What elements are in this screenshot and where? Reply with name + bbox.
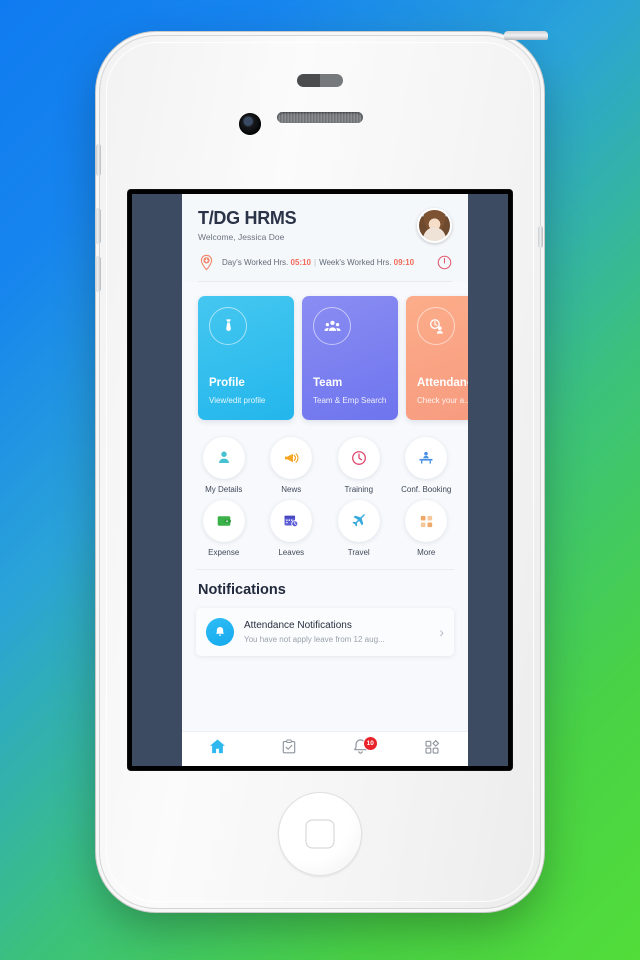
grid-item-label: Training [344, 485, 374, 494]
front-camera-icon [239, 113, 261, 135]
notification-title: Attendance Notifications [244, 620, 352, 631]
phone-top-toggle [297, 74, 343, 87]
grid-item-travel[interactable]: Travel [325, 500, 393, 557]
notification-item[interactable]: Attendance Notifications You have not ap… [196, 608, 454, 656]
home-button[interactable] [278, 792, 362, 876]
megaphone-icon [270, 437, 313, 479]
stats-separator: | [313, 258, 317, 267]
phone-volume-down-button[interactable] [95, 256, 101, 292]
apps-grid-icon [423, 738, 441, 761]
phone-silent-switch[interactable] [96, 144, 101, 176]
day-hours-label: Day's Worked Hrs. [222, 258, 289, 267]
clock-icon [337, 437, 380, 479]
quick-cards-carousel[interactable]: Profile View/edit profile Team Team & Em… [198, 296, 468, 420]
hrms-app: T/DG HRMS Welcome, Jessica Doe Day's Wor… [182, 194, 468, 766]
header-titles: T/DG HRMS Welcome, Jessica Doe [198, 208, 297, 242]
grid-item-leaves[interactable]: Leaves [258, 500, 326, 557]
grid-item-label: Conf. Booking [401, 485, 452, 494]
airplane-icon [337, 500, 380, 542]
phone-right-side-button[interactable] [538, 226, 543, 248]
grid-item-my-details[interactable]: My Details [190, 437, 258, 494]
notification-badge: 10 [362, 736, 378, 751]
card-title: Profile [209, 377, 245, 389]
home-icon [208, 737, 227, 761]
notifications-heading: Notifications [198, 582, 286, 598]
phone-power-button[interactable] [504, 31, 548, 40]
bottom-nav: 10 [182, 731, 468, 766]
chevron-right-icon[interactable]: › [439, 624, 444, 640]
grid-item-label: News [281, 485, 302, 494]
nav-item-tasks[interactable] [254, 738, 326, 761]
card-profile[interactable]: Profile View/edit profile [198, 296, 294, 420]
grid-item-training[interactable]: Training [325, 437, 393, 494]
grid-item-label: Leaves [278, 548, 305, 557]
wallet-icon [202, 500, 245, 542]
checklist-icon [280, 738, 298, 761]
card-title: Team [313, 377, 343, 389]
shortcut-grid: My Details News Training Conf. Booking E… [182, 433, 468, 569]
screen-inner: T/DG HRMS Welcome, Jessica Doe Day's Wor… [132, 194, 508, 766]
location-pin-icon [198, 254, 215, 271]
necktie-icon [209, 307, 247, 345]
card-subtitle: View/edit profile [209, 396, 266, 405]
card-attendance[interactable]: Attendance Check your a... [406, 296, 468, 420]
card-title: Attendance [417, 377, 468, 389]
week-hours-value: 09:10 [393, 258, 415, 267]
notification-subtitle: You have not apply leave from 12 aug... [244, 635, 385, 644]
screenshot-root: T/DG HRMS Welcome, Jessica Doe Day's Wor… [0, 0, 640, 960]
power-icon[interactable] [437, 255, 452, 270]
notifications-section: Notifications Attendance Notifications Y… [182, 570, 468, 656]
app-header: T/DG HRMS Welcome, Jessica Doe Day's Wor… [182, 194, 468, 282]
header-top-row: T/DG HRMS Welcome, Jessica Doe [198, 208, 452, 243]
card-team[interactable]: Team Team & Emp Search [302, 296, 398, 420]
grid-item-label: More [417, 548, 436, 557]
nav-item-home[interactable] [182, 737, 254, 761]
grid-item-expense[interactable]: Expense [190, 500, 258, 557]
card-subtitle: Check your a... [417, 396, 468, 405]
phone-volume-up-button[interactable] [95, 208, 101, 244]
day-hours-value: 05:10 [290, 258, 311, 267]
attendance-clock-icon [417, 307, 455, 345]
grid-item-conf-booking[interactable]: Conf. Booking [393, 437, 461, 494]
earpiece-speaker [277, 112, 363, 123]
home-button-square-icon [305, 819, 335, 849]
grid-item-label: Travel [347, 548, 370, 557]
card-subtitle: Team & Emp Search [313, 396, 387, 405]
calendar-icon [270, 500, 313, 542]
notification-body: Attendance Notifications You have not ap… [244, 620, 429, 644]
grid-icon [405, 500, 448, 542]
grid-item-more[interactable]: More [393, 500, 461, 557]
worked-hours-text: Day's Worked Hrs. 05:10 | Week's Worked Hr… [222, 258, 414, 267]
welcome-text: Welcome, Jessica Doe [198, 232, 285, 242]
quick-cards-section: Profile View/edit profile Team Team & Em… [182, 282, 468, 433]
phone-device: T/DG HRMS Welcome, Jessica Doe Day's Wor… [95, 31, 548, 908]
worked-hours-bar: Day's Worked Hrs. 05:10 | Week's Worked Hr… [198, 243, 452, 281]
avatar[interactable] [417, 208, 452, 243]
people-icon [313, 307, 351, 345]
phone-screen: T/DG HRMS Welcome, Jessica Doe Day's Wor… [128, 190, 512, 770]
week-hours-label: Week's Worked Hrs. [319, 258, 392, 267]
person-icon [202, 437, 245, 479]
bell-icon [206, 618, 234, 646]
grid-item-label: Expense [208, 548, 240, 557]
desk-icon [405, 437, 448, 479]
grid-item-news[interactable]: News [258, 437, 326, 494]
nav-item-notifications[interactable]: 10 [325, 736, 397, 761]
nav-item-apps[interactable] [397, 738, 469, 761]
page-title: T/DG HRMS [198, 208, 297, 228]
grid-item-label: My Details [205, 485, 243, 494]
